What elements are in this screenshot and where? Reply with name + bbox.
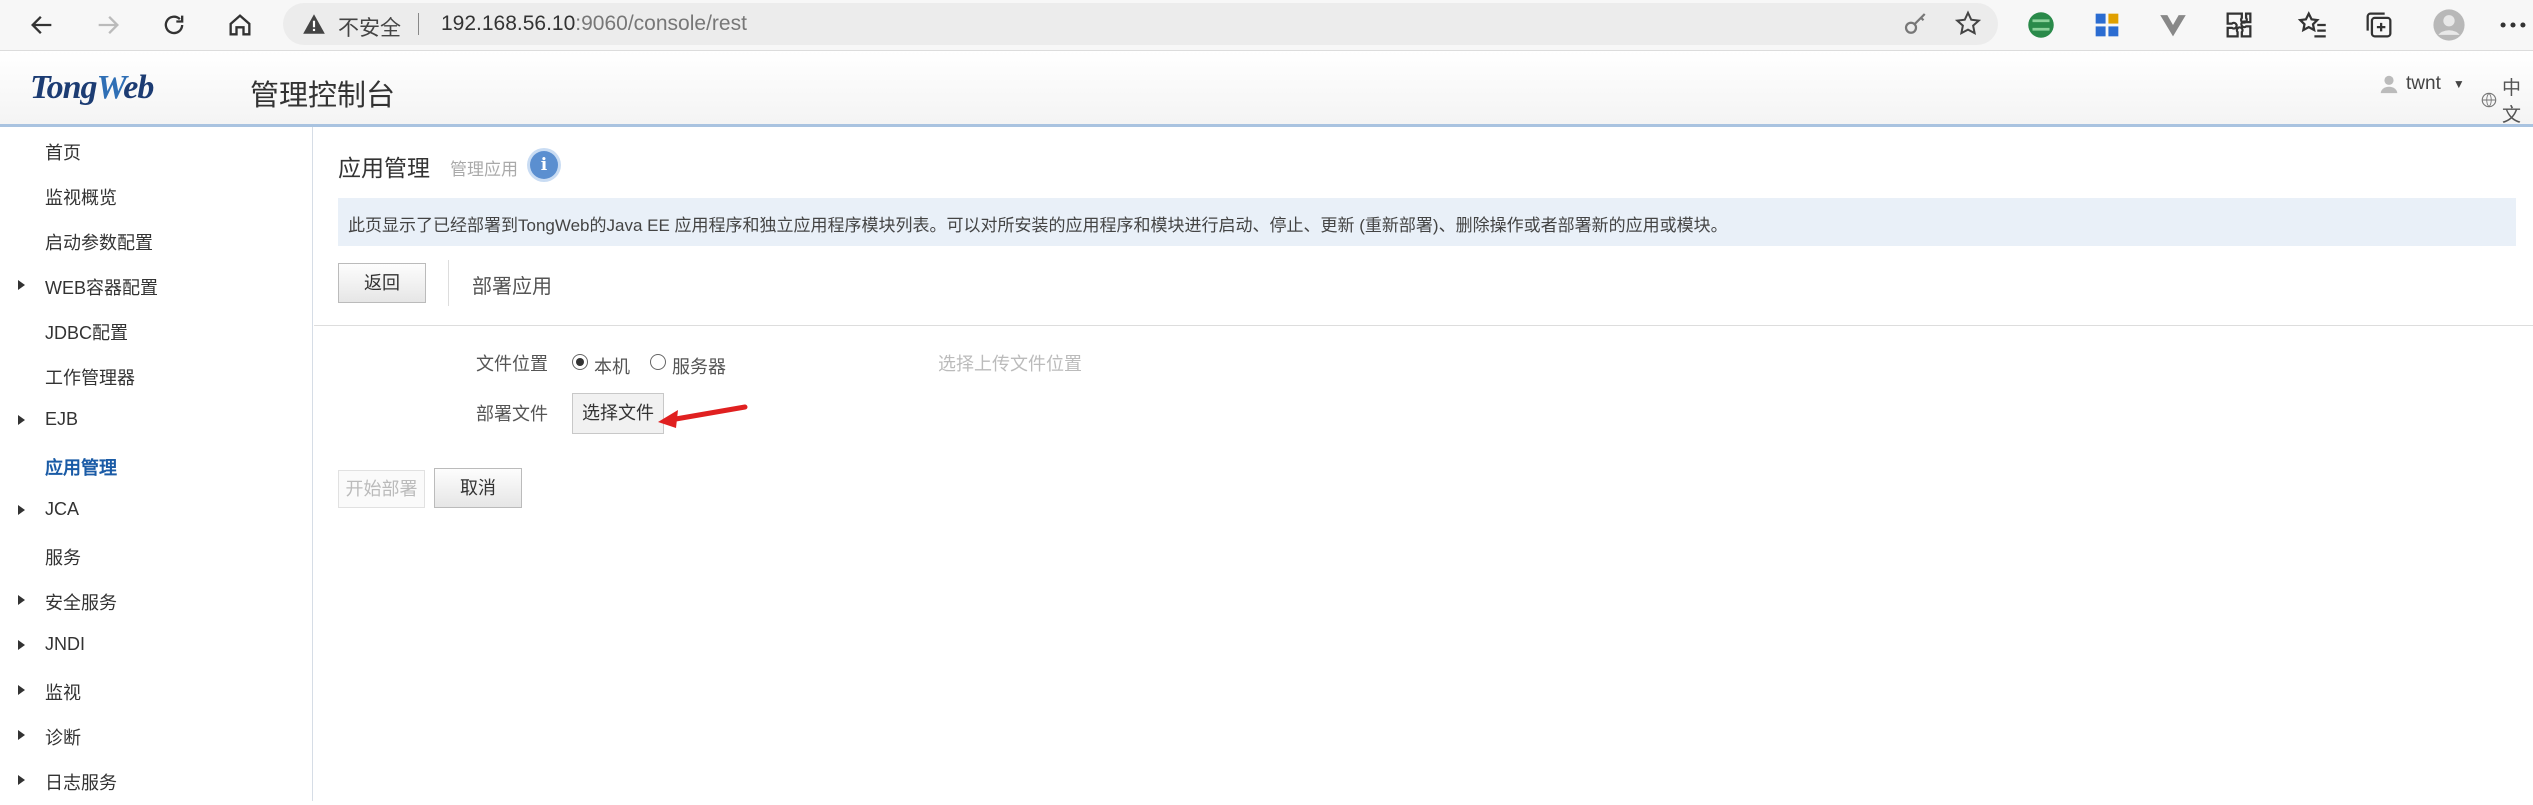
globe-extension-icon[interactable] — [2024, 8, 2058, 42]
back-arrow-icon[interactable] — [22, 5, 62, 45]
radio-server-label[interactable]: 服务器 — [672, 353, 726, 379]
expand-arrow-icon — [18, 280, 25, 290]
expand-arrow-icon — [18, 640, 25, 650]
caret-down-icon: ▼ — [2452, 77, 2465, 91]
sidebar-item-work-manager[interactable]: 工作管理器 — [0, 356, 312, 400]
notice-text: 此页显示了已经部署到TongWeb的Java EE 应用程序和独立应用程序模块列… — [348, 216, 1728, 235]
puzzle-icon[interactable] — [2222, 8, 2256, 42]
add-favorite-icon[interactable] — [1953, 9, 1983, 39]
notice-banner: 此页显示了已经部署到TongWeb的Java EE 应用程序和独立应用程序模块列… — [338, 198, 2516, 246]
vue-extension-icon[interactable] — [2156, 8, 2190, 42]
expand-arrow-icon — [18, 775, 25, 785]
sidebar-item-web-container[interactable]: WEB容器配置 — [0, 266, 312, 310]
user-menu[interactable]: twnt ▼ — [2378, 73, 2465, 95]
collections-icon[interactable] — [2362, 8, 2396, 42]
apps-extension-icon[interactable] — [2090, 8, 2124, 42]
app-header: TongWeb 管理控制台 twnt ▼ 中文 — [0, 51, 2533, 127]
back-button[interactable]: 返回 — [338, 263, 426, 303]
radio-local-label[interactable]: 本机 — [594, 353, 630, 379]
sidebar-item-log-service[interactable]: 日志服务 — [0, 761, 312, 805]
expand-arrow-icon — [18, 505, 25, 515]
username: twnt — [2406, 73, 2441, 94]
expand-arrow-icon — [18, 685, 25, 695]
sidebar-item-diagnosis[interactable]: 诊断 — [0, 716, 312, 760]
upload-location-hint: 选择上传文件位置 — [938, 354, 1082, 374]
tongweb-logo: TongWeb — [30, 69, 154, 106]
deploy-file-label: 部署文件 — [476, 404, 548, 424]
url-text[interactable]: 192.168.56.10:9060/console/rest — [441, 12, 747, 36]
console-title: 管理控制台 — [250, 78, 396, 112]
horizontal-divider — [314, 325, 2533, 326]
radio-server[interactable] — [650, 354, 666, 370]
favorites-icon[interactable] — [2296, 8, 2330, 42]
browser-toolbar: 不安全 192.168.56.10:9060/console/rest — [0, 0, 2533, 51]
sidebar-item-security[interactable]: 安全服务 — [0, 581, 312, 625]
key-icon[interactable] — [1901, 9, 1931, 39]
address-bar[interactable]: 不安全 192.168.56.10:9060/console/rest — [283, 3, 1998, 45]
expand-arrow-icon — [18, 730, 25, 740]
sidebar: 首页 监视概览 启动参数配置 WEB容器配置 JDBC配置 工作管理器 EJB … — [0, 127, 313, 801]
sidebar-item-jca[interactable]: JCA — [0, 491, 312, 535]
sidebar-item-monitor[interactable]: 监视 — [0, 671, 312, 715]
address-separator — [418, 13, 419, 35]
cancel-button[interactable]: 取消 — [434, 468, 522, 508]
home-icon[interactable] — [220, 5, 260, 45]
sidebar-item-jndi[interactable]: JNDI — [0, 626, 312, 670]
more-options-icon[interactable] — [2496, 8, 2530, 42]
insecure-label: 不安全 — [338, 17, 401, 40]
file-location-label: 文件位置 — [476, 354, 548, 374]
globe-icon — [2481, 92, 2497, 108]
deploy-section-title: 部署应用 — [472, 276, 552, 298]
red-arrow-annotation — [658, 404, 748, 428]
expand-arrow-icon — [18, 595, 25, 605]
user-icon — [2380, 75, 2398, 94]
sidebar-item-jdbc[interactable]: JDBC配置 — [0, 311, 312, 355]
sidebar-item-services[interactable]: 服务 — [0, 536, 312, 580]
sidebar-item-home[interactable]: 首页 — [0, 131, 312, 175]
sidebar-item-ejb[interactable]: EJB — [0, 401, 312, 445]
sidebar-item-monitor-overview[interactable]: 监视概览 — [0, 176, 312, 220]
forward-arrow-icon[interactable] — [88, 5, 128, 45]
start-deploy-button[interactable]: 开始部署 — [338, 470, 425, 508]
info-icon[interactable]: i — [530, 151, 558, 179]
language-label: 中文 — [2501, 78, 2521, 126]
sidebar-item-startup-params[interactable]: 启动参数配置 — [0, 221, 312, 265]
vertical-divider — [448, 260, 449, 306]
page-title: 应用管理 — [338, 155, 430, 181]
page-subtitle: 管理应用 — [450, 160, 518, 179]
language-switch[interactable]: 中文 — [2480, 73, 2533, 127]
refresh-icon[interactable] — [154, 5, 194, 45]
expand-arrow-icon — [18, 415, 25, 425]
warning-icon[interactable] — [301, 11, 327, 37]
sidebar-item-app-management[interactable]: 应用管理 — [0, 446, 312, 490]
profile-avatar-icon[interactable] — [2432, 8, 2466, 42]
radio-local[interactable] — [572, 354, 588, 370]
